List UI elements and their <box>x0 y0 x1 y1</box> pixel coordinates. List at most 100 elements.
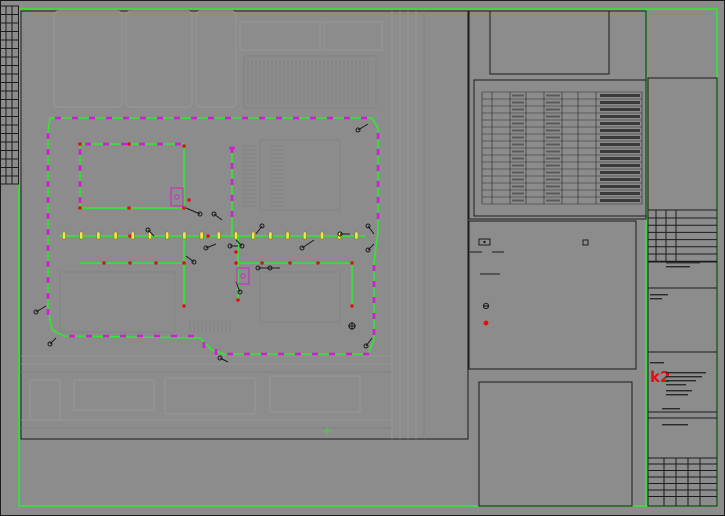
device-marker <box>182 261 186 265</box>
light-fixture <box>372 297 376 303</box>
site-plan-viewport <box>20 10 469 440</box>
schedule-fill <box>600 192 640 195</box>
light-fixture <box>230 163 234 169</box>
schedule-fill <box>600 115 640 118</box>
light-fixture <box>344 116 350 120</box>
light-fixture <box>55 116 61 120</box>
schedule-fill <box>546 171 560 174</box>
light-fixture <box>372 313 376 319</box>
light-fixture <box>261 352 267 356</box>
title-block-fine-text <box>650 262 706 426</box>
light-fixture <box>106 116 112 120</box>
schedule-fill <box>546 143 560 146</box>
schedule-fill <box>512 185 524 188</box>
light-fixture <box>46 229 50 235</box>
schedule-fill <box>600 129 640 132</box>
light-fixture <box>46 261 50 267</box>
schedule-fill <box>512 129 524 132</box>
schedule-fill <box>546 192 560 195</box>
revision-panel <box>478 381 633 507</box>
schedule-fill <box>512 164 524 167</box>
schedule-fill <box>512 115 524 118</box>
parking-stripes <box>189 60 369 332</box>
light-fixture <box>188 334 194 338</box>
light-fixture <box>372 265 376 271</box>
notes-panel <box>468 10 647 220</box>
device-marker <box>236 298 240 302</box>
schedule-fill <box>512 143 524 146</box>
schedule-fill <box>512 122 524 125</box>
schedule-fill <box>546 178 560 181</box>
schedule-fill <box>546 199 560 202</box>
distribution-panel-2-symbol <box>240 273 246 279</box>
schedule-fill <box>600 157 640 160</box>
schedule-fill <box>512 94 524 97</box>
road-lamp <box>320 231 324 240</box>
road-lamp <box>303 231 307 240</box>
fine-text-line <box>650 298 662 300</box>
device-marker <box>350 261 354 265</box>
schedule-fill <box>546 136 560 139</box>
device-marker <box>128 261 132 265</box>
light-fixture <box>242 116 248 120</box>
light-fixture <box>46 245 50 251</box>
leader-line <box>185 255 195 263</box>
fine-text-line <box>666 380 696 382</box>
light-fixture <box>175 142 181 146</box>
schedule-fill <box>546 101 560 104</box>
light-fixture <box>191 116 197 120</box>
fine-text-line <box>650 294 668 296</box>
leader-line <box>255 225 263 235</box>
light-fixture <box>78 149 82 155</box>
light-fixture <box>171 334 177 338</box>
fine-text-line <box>662 424 688 426</box>
schedule-fill <box>600 136 640 139</box>
light-fixture <box>230 195 234 201</box>
light-fixture <box>139 142 145 146</box>
schedule-fill <box>600 94 640 97</box>
fine-text-line <box>666 390 692 392</box>
light-fixture <box>120 334 126 338</box>
light-fixture <box>140 116 146 120</box>
light-fixture <box>103 142 109 146</box>
schedule-fill <box>512 157 524 160</box>
light-fixture <box>46 293 50 299</box>
fine-text-line <box>662 408 680 410</box>
light-fixture <box>208 116 214 120</box>
light-fixture <box>278 352 284 356</box>
device-marker <box>316 261 320 265</box>
light-fixture <box>329 352 335 356</box>
schedule-fill <box>600 143 640 146</box>
road-lamp <box>268 231 273 240</box>
schedule-fill <box>600 199 640 202</box>
light-fixture <box>86 334 92 338</box>
light-fixture <box>154 334 160 338</box>
light-fixture <box>310 116 316 120</box>
light-fixture <box>376 181 380 187</box>
road-lamp <box>62 231 66 240</box>
light-fixture <box>202 342 206 348</box>
outer-frame <box>0 0 725 516</box>
light-fixture <box>103 334 109 338</box>
device-markers <box>78 142 354 308</box>
building-b-loop <box>80 262 185 306</box>
device-marker <box>102 261 106 265</box>
legend-dot <box>483 240 486 244</box>
light-fixture <box>363 352 369 356</box>
device-marker <box>182 206 186 210</box>
schedule-fill <box>546 122 560 125</box>
road-lines <box>21 11 425 439</box>
schedule-fill <box>600 108 640 111</box>
schedule-fill <box>512 101 524 104</box>
schedule-fill <box>512 108 524 111</box>
light-fixture <box>361 116 367 120</box>
device-marker <box>234 250 238 254</box>
schedule-fill <box>546 157 560 160</box>
light-fixture <box>376 133 380 139</box>
road-lamp <box>216 231 221 240</box>
road-lamp <box>165 231 170 240</box>
building-a-loop <box>79 143 185 209</box>
light-fixture <box>214 349 218 355</box>
light-fixture <box>295 352 301 356</box>
schedule-fill <box>600 178 640 181</box>
